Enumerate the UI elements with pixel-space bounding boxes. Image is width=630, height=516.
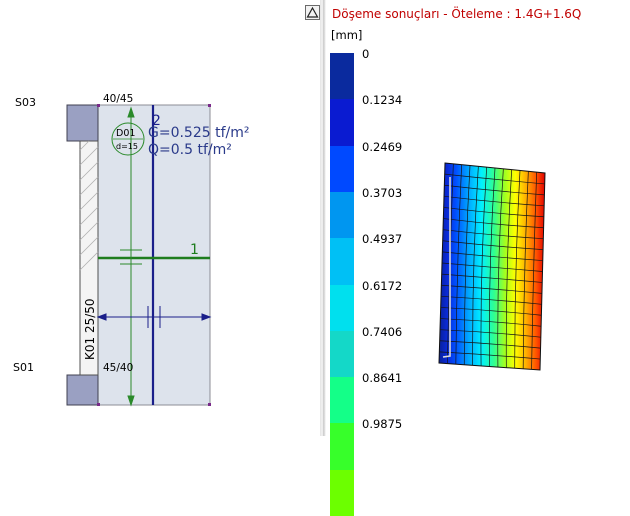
deformed-slab-mesh (438, 162, 546, 371)
legend-swatch (330, 469, 354, 516)
collapse-panel-button[interactable] (305, 5, 320, 20)
axis-1-label: 1 (190, 242, 199, 258)
column-s01[interactable] (66, 374, 99, 406)
slab-plan-pane: S03 S01 40/45 45/40 K01 25/50 D01 d=15 G… (0, 0, 320, 436)
beam-top-label: 40/45 (103, 93, 133, 105)
column-label-s03: S03 (15, 96, 36, 109)
slab-plan-drawing: S03 S01 40/45 45/40 K01 25/50 D01 d=15 G… (13, 93, 250, 407)
column-label-s01: S01 (13, 361, 34, 374)
results-pane: Döşeme sonuçları - Öteleme : 1.4G+1.6Q [… (326, 0, 630, 516)
triangle-up-icon (306, 6, 319, 18)
beam-bottom-label: 45/40 (103, 362, 133, 374)
axis-2-label: 2 (152, 113, 161, 129)
slab-code-label: D01 (116, 128, 135, 139)
beam-side-label: K01 25/50 (83, 298, 97, 360)
column-s03[interactable] (66, 104, 99, 142)
load-g-label: G=0.525 tf/m² (148, 125, 250, 141)
deformation-contour-plot[interactable] (326, 0, 630, 436)
slab-thickness-label: d=15 (116, 142, 138, 151)
load-q-label: Q=0.5 tf/m² (148, 142, 232, 158)
